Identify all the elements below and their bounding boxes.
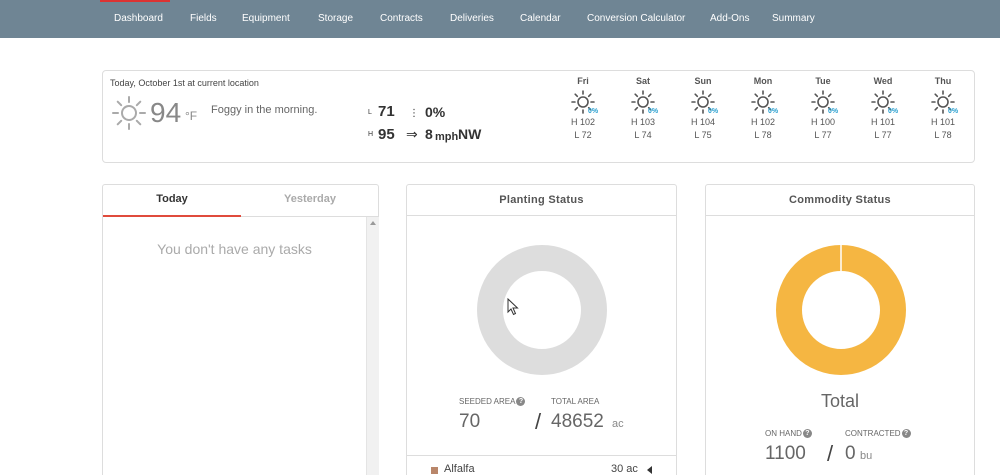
wind-unit: mph bbox=[435, 131, 459, 143]
wind-icon: ⇒ bbox=[406, 126, 418, 142]
commodity-unit: bu bbox=[860, 450, 873, 462]
forecast-low: L 72 bbox=[574, 130, 592, 140]
tab-today[interactable]: Today bbox=[103, 185, 241, 217]
top-nav: Dashboard Fields Equipment Storage Contr… bbox=[0, 0, 1000, 38]
commodity-status-title: Commodity Status bbox=[706, 185, 974, 216]
separator: / bbox=[827, 441, 834, 466]
forecast-low: L 75 bbox=[694, 130, 712, 140]
forecast-high: H 101 bbox=[870, 117, 896, 127]
forecast-day: Mon 0% H 102 L 78 bbox=[741, 76, 785, 142]
forecast-precip: 0% bbox=[588, 108, 599, 115]
forecast-day-name: Mon bbox=[753, 76, 773, 86]
forecast-day: Sun 0% H 104 L 75 bbox=[681, 76, 725, 142]
forecast-day: Wed 0% H 101 L 77 bbox=[861, 76, 905, 142]
commodity-donut-chart bbox=[776, 245, 906, 375]
commodity-total-label: Total bbox=[820, 391, 860, 411]
total-area-label: TOTAL AREA bbox=[551, 397, 600, 406]
contracted-label: CONTRACTED? bbox=[845, 429, 911, 438]
high-label: H bbox=[368, 131, 374, 138]
nav-item-dashboard[interactable]: Dashboard bbox=[114, 13, 163, 24]
tab-yesterday[interactable]: Yesterday bbox=[241, 185, 379, 217]
wind-direction: NW bbox=[458, 126, 482, 142]
forecast-day-name: Fri bbox=[577, 76, 589, 86]
forecast-day: Tue 0% H 100 L 77 bbox=[801, 76, 845, 142]
raindrops-icon: ⋮ bbox=[409, 108, 419, 119]
nav-item-summary[interactable]: Summary bbox=[772, 13, 815, 24]
forecast-high: H 102 bbox=[570, 117, 596, 127]
forecast-precip: 0% bbox=[708, 108, 719, 115]
tasks-empty-message: You don't have any tasks bbox=[157, 241, 312, 257]
contracted-value: 0 bbox=[845, 443, 856, 464]
planting-status-panel: Planting Status SEEDED AREA? 70 / TOTAL … bbox=[406, 184, 677, 475]
nav-item-deliveries[interactable]: Deliveries bbox=[450, 13, 494, 24]
tasks-panel: Today Yesterday You don't have any tasks bbox=[102, 184, 379, 475]
forecast-high: H 102 bbox=[750, 117, 776, 127]
precipitation: 0% bbox=[425, 104, 446, 120]
nav-item-equipment[interactable]: Equipment bbox=[242, 13, 290, 24]
nav-item-add-ons[interactable]: Add-Ons bbox=[710, 13, 749, 24]
nav-item-contracts[interactable]: Contracts bbox=[380, 13, 423, 24]
forecast-low: L 77 bbox=[874, 130, 892, 140]
nav-item-conversion-calculator[interactable]: Conversion Calculator bbox=[587, 13, 685, 24]
forecast-day: Fri 0% H 102 L 72 bbox=[561, 76, 605, 142]
forecast-day-name: Wed bbox=[873, 76, 893, 86]
mouse-cursor-icon bbox=[507, 298, 519, 316]
tasks-scrollbar[interactable] bbox=[366, 217, 379, 475]
nav-item-calendar[interactable]: Calendar bbox=[520, 13, 561, 24]
planting-donut-chart bbox=[477, 245, 607, 375]
weather-header: Today, October 1st at current location bbox=[110, 78, 259, 88]
forecast-day-name: Thu bbox=[934, 76, 952, 86]
forecast-low: L 77 bbox=[814, 130, 832, 140]
low-temperature: 71 bbox=[378, 103, 395, 120]
nav-active-indicator bbox=[100, 0, 170, 2]
help-icon[interactable]: ? bbox=[516, 397, 526, 406]
forecast-high: H 101 bbox=[930, 117, 956, 127]
seeded-area-value: 70 bbox=[459, 411, 481, 432]
scroll-up-icon[interactable] bbox=[370, 221, 376, 225]
low-label: L bbox=[368, 109, 372, 116]
seeded-area-label: SEEDED AREA? bbox=[459, 397, 526, 406]
nav-item-storage[interactable]: Storage bbox=[318, 13, 353, 24]
nav-item-fields[interactable]: Fields bbox=[190, 13, 217, 24]
forecast-day: Thu 0% H 101 L 78 bbox=[921, 76, 965, 142]
current-temperature: 94 bbox=[150, 97, 182, 128]
forecast-low: L 78 bbox=[934, 130, 952, 140]
forecast-precip: 0% bbox=[828, 108, 839, 115]
forecast-high: H 104 bbox=[690, 117, 716, 127]
on-hand-label: ON HAND? bbox=[765, 429, 812, 438]
commodity-status-panel: Commodity Status Total ON HAND? 1100 / C… bbox=[705, 184, 975, 475]
sun-icon bbox=[112, 96, 146, 130]
help-icon[interactable]: ? bbox=[802, 429, 812, 438]
planting-status-title: Planting Status bbox=[407, 185, 676, 216]
help-icon[interactable]: ? bbox=[901, 429, 911, 438]
total-area-value: 48652 bbox=[551, 411, 604, 432]
forecast-day-name: Sat bbox=[635, 76, 650, 86]
forecast-day: Sat 0% H 103 L 74 bbox=[621, 76, 665, 142]
temperature-unit: °F bbox=[185, 109, 198, 123]
crop-name: Alfalfa bbox=[444, 463, 475, 475]
forecast-high: H 100 bbox=[810, 117, 836, 127]
separator: / bbox=[535, 409, 542, 434]
forecast-low: L 78 bbox=[754, 130, 772, 140]
forecast-high: H 103 bbox=[630, 117, 656, 127]
caret-left-icon[interactable] bbox=[647, 466, 652, 474]
forecast-day-name: Tue bbox=[815, 76, 831, 86]
forecast-precip: 0% bbox=[948, 108, 959, 115]
area-unit: ac bbox=[612, 418, 624, 430]
wind-speed: 8 bbox=[425, 126, 433, 142]
divider bbox=[407, 455, 676, 456]
high-temperature: 95 bbox=[378, 126, 395, 143]
weather-description: Foggy in the morning. bbox=[211, 104, 318, 116]
forecast-day-name: Sun bbox=[694, 76, 712, 86]
crop-area: 30 ac bbox=[611, 463, 638, 475]
on-hand-value: 1100 bbox=[765, 443, 806, 464]
weather-card: Today, October 1st at current location 9… bbox=[102, 70, 975, 163]
forecast-precip: 0% bbox=[768, 108, 779, 115]
forecast-precip: 0% bbox=[648, 108, 659, 115]
forecast-low: L 74 bbox=[634, 130, 652, 140]
forecast-precip: 0% bbox=[888, 108, 899, 115]
crop-color-swatch bbox=[431, 467, 438, 474]
